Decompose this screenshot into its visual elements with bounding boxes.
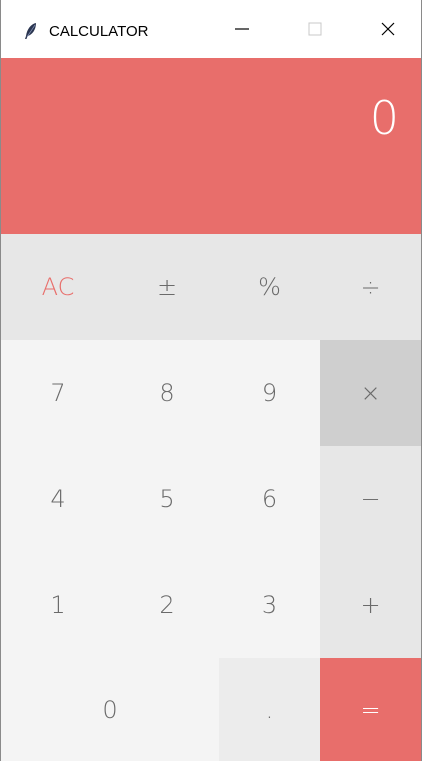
digit-3-button[interactable]: 3 xyxy=(219,552,320,658)
feather-icon xyxy=(25,23,36,39)
plus-button[interactable]: + xyxy=(320,552,421,658)
minus-button[interactable]: − xyxy=(320,446,421,552)
decimal-button[interactable]: . xyxy=(219,658,320,761)
digit-8-button[interactable]: 8 xyxy=(115,340,219,446)
display-value: 0 xyxy=(369,91,399,145)
maximize-button[interactable] xyxy=(290,0,340,58)
window-title: CALCULATOR xyxy=(49,23,149,40)
ac-button[interactable]: AC xyxy=(1,234,115,340)
divide-button[interactable]: ÷ xyxy=(320,234,421,340)
equals-button[interactable]: = xyxy=(320,658,421,761)
maximize-icon xyxy=(308,22,322,36)
minimize-button[interactable] xyxy=(217,0,267,58)
digit-9-button[interactable]: 9 xyxy=(219,340,320,446)
digit-7-button[interactable]: 7 xyxy=(1,340,115,446)
digit-1-button[interactable]: 1 xyxy=(1,552,115,658)
percent-button[interactable]: % xyxy=(219,234,320,340)
calculator-window: CALCULATOR 0 AC ± % ÷ 7 8 9 × 4 5 6 − 1 … xyxy=(0,0,422,761)
digit-2-button[interactable]: 2 xyxy=(115,552,219,658)
digit-6-button[interactable]: 6 xyxy=(219,446,320,552)
title-bar[interactable]: CALCULATOR xyxy=(1,0,421,58)
digit-4-button[interactable]: 4 xyxy=(1,446,115,552)
digit-0-button[interactable]: 0 xyxy=(1,658,219,761)
close-icon xyxy=(381,22,395,36)
display-panel: 0 xyxy=(1,58,421,234)
plus-minus-button[interactable]: ± xyxy=(115,234,219,340)
multiply-button[interactable]: × xyxy=(320,340,421,446)
minimize-icon xyxy=(235,28,249,30)
close-button[interactable] xyxy=(363,0,413,58)
digit-5-button[interactable]: 5 xyxy=(115,446,219,552)
